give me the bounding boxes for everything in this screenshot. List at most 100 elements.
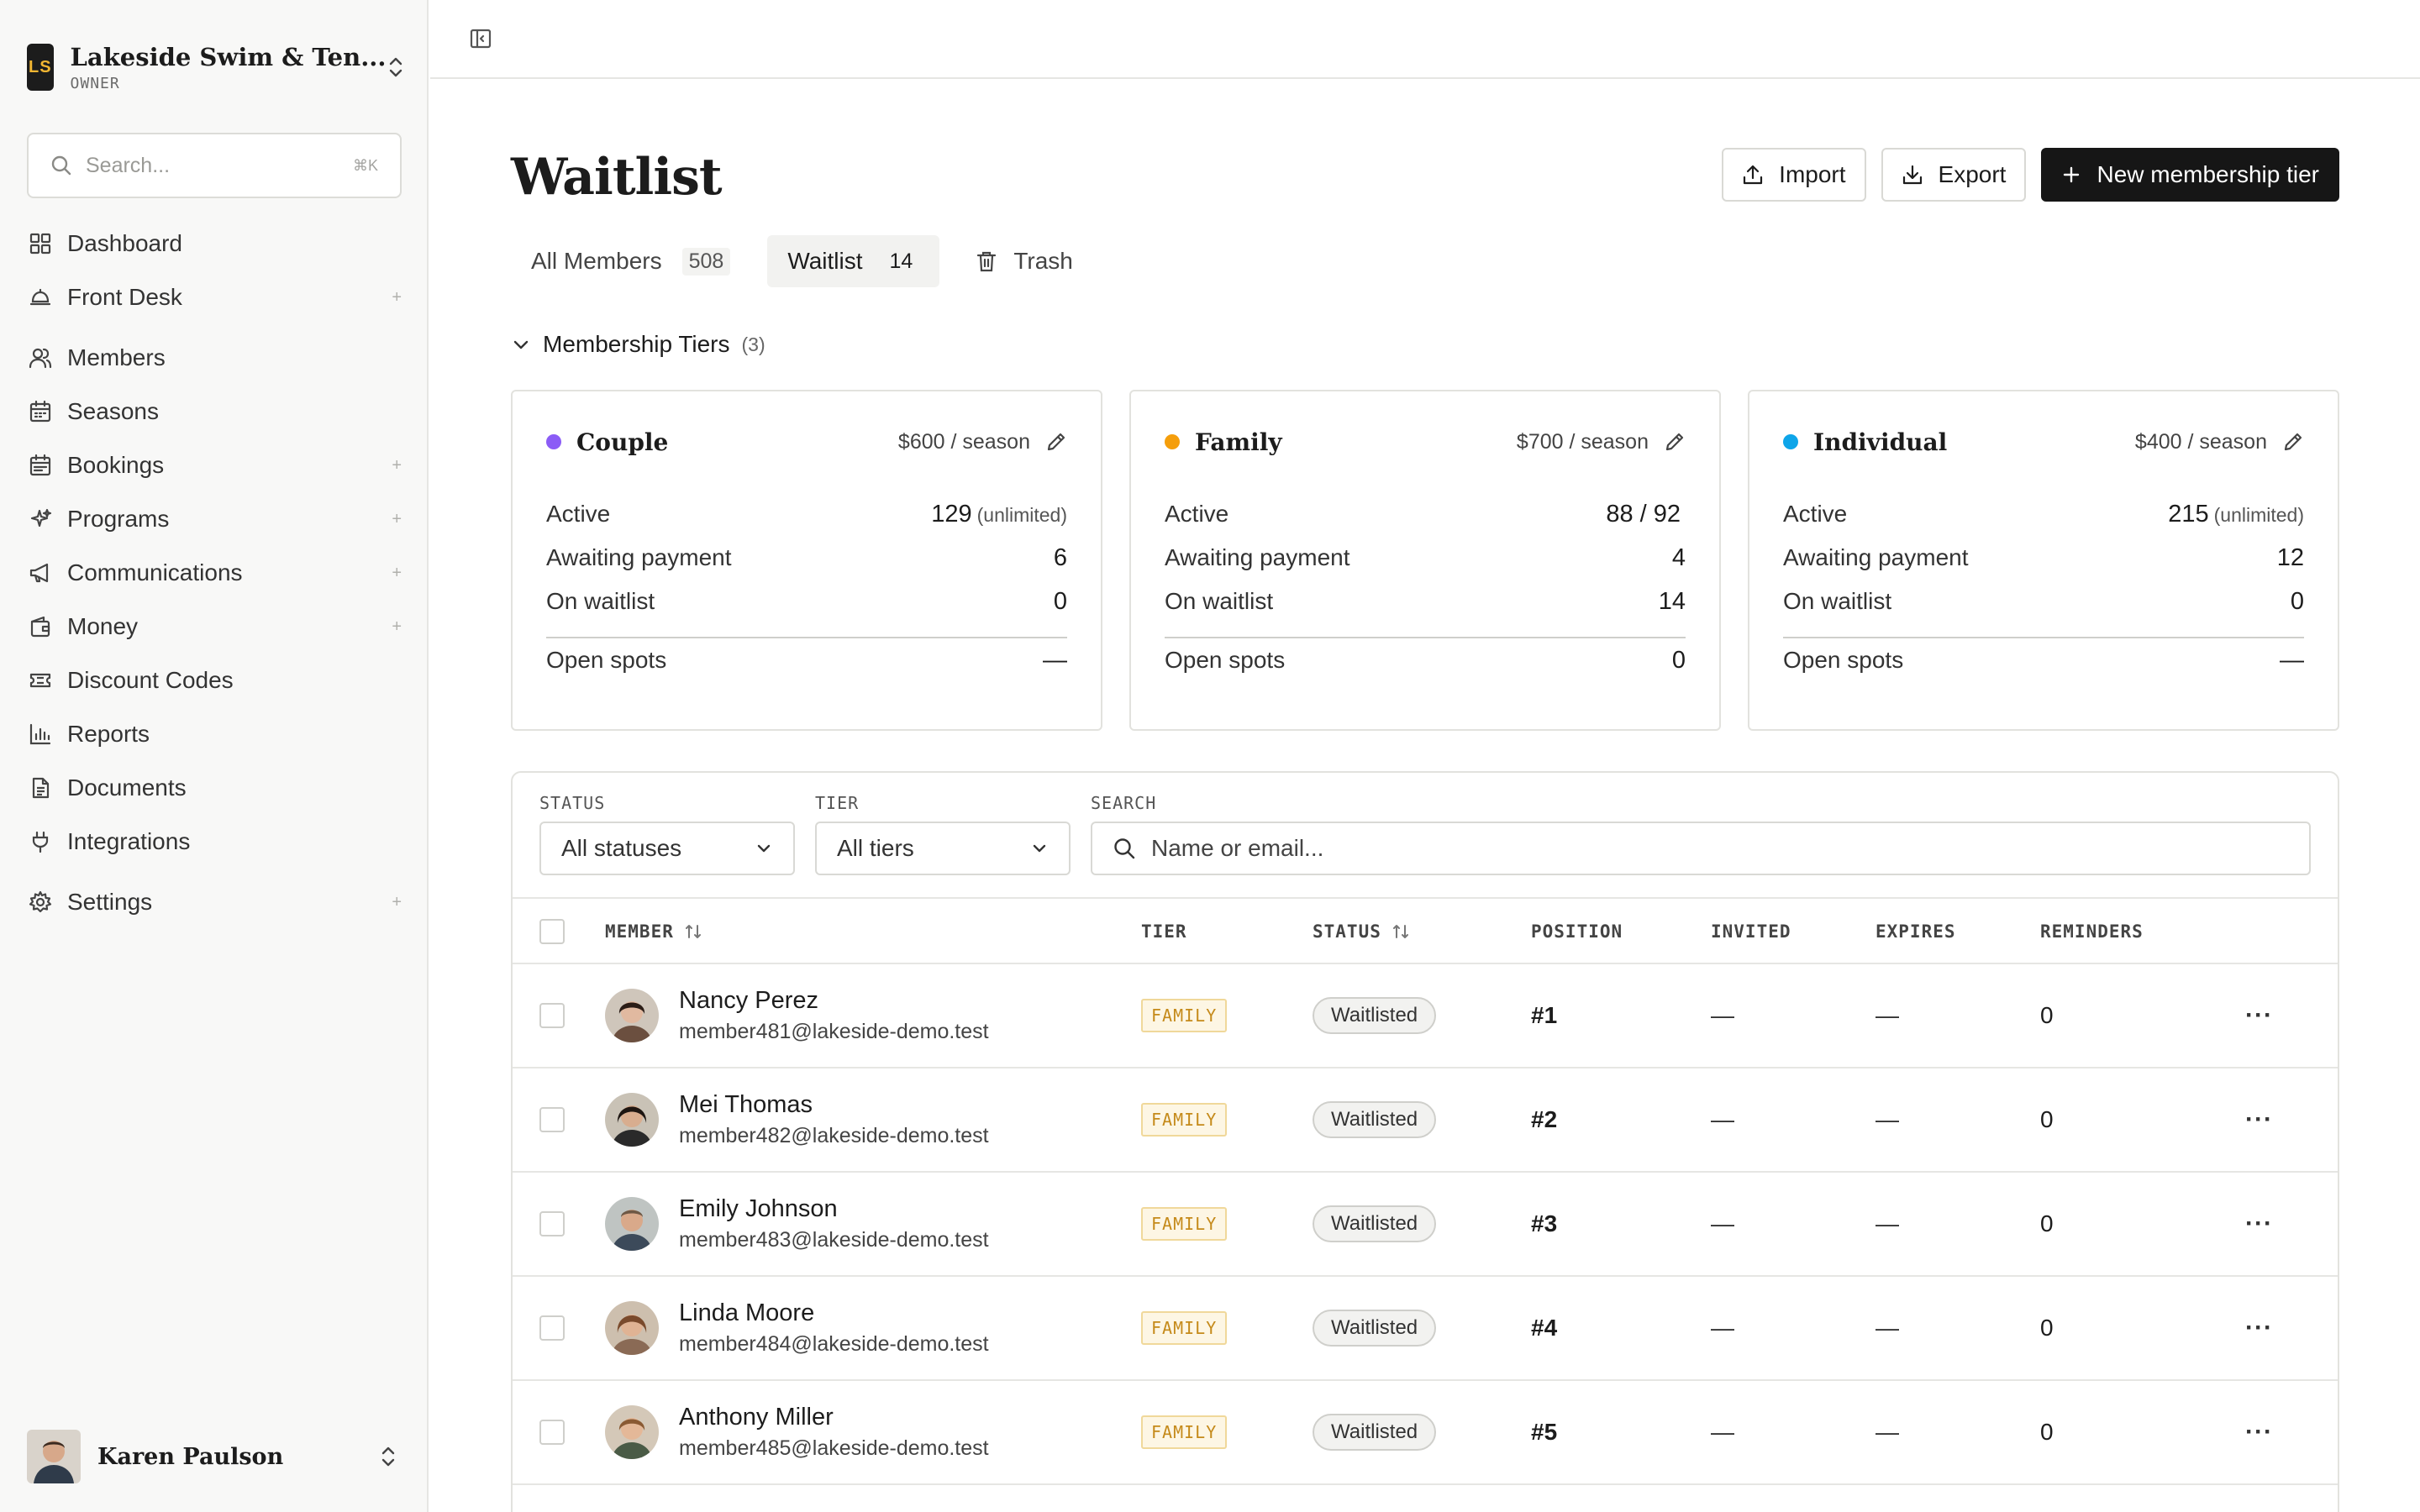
add-icon[interactable]: + [392, 564, 402, 583]
row-actions-button[interactable]: ··· [2245, 1381, 2273, 1483]
row-checkbox[interactable] [539, 1420, 565, 1445]
add-icon[interactable]: + [392, 456, 402, 475]
add-icon[interactable]: + [392, 893, 402, 912]
tier-cards: Couple $600 / season Active 129 (unlimited… [511, 390, 2339, 731]
calendar-check-icon [27, 452, 54, 479]
status-select[interactable]: All statuses [539, 822, 795, 875]
reminders-cell: 0 [2040, 1419, 2054, 1445]
row-actions-button[interactable]: ··· [2245, 1277, 2273, 1379]
stat-label: Awaiting payment [546, 544, 732, 570]
row-actions-button[interactable]: ··· [2245, 1173, 2273, 1275]
tier-badge: FAMILY [1141, 1207, 1228, 1241]
sidebar-item-seasons[interactable]: Seasons [27, 385, 405, 438]
add-icon[interactable]: + [392, 510, 402, 529]
member-email: member484@lakeside-demo.test [679, 1332, 989, 1356]
row-checkbox[interactable] [539, 1315, 565, 1341]
table-row[interactable]: Emily Johnson member483@lakeside-demo.te… [513, 1173, 2338, 1277]
member-name[interactable]: Anthony Miller [679, 1404, 989, 1431]
sidebar-item-label: Reports [67, 721, 150, 747]
row-checkbox[interactable] [539, 1211, 565, 1236]
column-header-member[interactable]: MEMBER [605, 899, 702, 964]
tier-name: Family [1195, 428, 1282, 456]
awaiting-value: 6 [1053, 544, 1067, 571]
export-button[interactable]: Export [1881, 148, 2027, 202]
awaiting-value: 12 [2276, 544, 2304, 571]
pencil-icon[interactable] [1045, 431, 1067, 453]
stat-label: Active [1165, 501, 1229, 527]
invited-cell: — [1711, 1315, 1734, 1341]
sidebar-item-label: Integrations [67, 828, 191, 854]
sidebar-search[interactable]: Search... ⌘K [27, 133, 402, 198]
table-row[interactable]: Linda Moore member484@lakeside-demo.test… [513, 1277, 2338, 1381]
sidebar-item-front-desk[interactable]: Front Desk + [27, 270, 405, 324]
document-icon [27, 774, 54, 801]
row-checkbox[interactable] [539, 1003, 565, 1028]
chevron-down-icon [1033, 844, 1046, 853]
member-name[interactable]: Linda Moore [679, 1299, 989, 1327]
sidebar-item-communications[interactable]: Communications + [27, 546, 405, 600]
section-count: (3) [741, 333, 765, 355]
sidebar-item-bookings[interactable]: Bookings + [27, 438, 405, 492]
tier-select-value: All tiers [837, 835, 914, 861]
chevron-up-down-icon[interactable] [371, 1440, 405, 1473]
expires-cell: — [1876, 1315, 1899, 1341]
sidebar-item-discount-codes[interactable]: Discount Codes [27, 654, 405, 707]
member-name[interactable]: Emily Johnson [679, 1195, 989, 1223]
tier-select[interactable]: All tiers [815, 822, 1071, 875]
status-badge: Waitlisted [1313, 1101, 1437, 1138]
row-actions-button[interactable]: ··· [2245, 964, 2273, 1067]
member-name[interactable]: Nancy Perez [679, 987, 989, 1015]
sidebar-item-settings[interactable]: Settings + [27, 875, 405, 929]
search-shortcut: ⌘K [352, 156, 378, 174]
tier-price: $400 / season [2134, 429, 2267, 454]
pencil-icon[interactable] [1664, 431, 1686, 453]
new-membership-tier-button[interactable]: New membership tier [2041, 148, 2339, 202]
table-row[interactable]: Anthony Miller member485@lakeside-demo.t… [513, 1381, 2338, 1485]
sidebar-nav: Dashboard Front Desk + Members Seasons B… [27, 217, 405, 929]
select-all-checkbox[interactable] [539, 919, 565, 944]
member-search-input[interactable]: Name or email... [1091, 822, 2311, 875]
position-value: #1 [1531, 1002, 1558, 1028]
pencil-icon[interactable] [2282, 431, 2304, 453]
table-row[interactable]: Mei Thomas member482@lakeside-demo.test … [513, 1068, 2338, 1173]
tab-all-members[interactable]: All Members 508 [511, 235, 750, 287]
membership-tiers-toggle[interactable]: Membership Tiers (3) [511, 331, 765, 358]
user-menu[interactable]: Karen Paulson [27, 1428, 405, 1485]
waitlist-value: 14 [1658, 588, 1686, 615]
grid-icon [27, 230, 54, 257]
table-filters: STATUS All statuses TIER All tiers SEARC… [539, 793, 2311, 877]
export-label: Export [1938, 161, 2007, 187]
column-header-position: POSITION [1531, 921, 1623, 942]
stat-label: Open spots [1783, 647, 1904, 673]
tab-waitlist[interactable]: Waitlist 14 [767, 235, 940, 287]
position-cell: #2 [1531, 1068, 1557, 1171]
table-row[interactable]: Nancy Perez member481@lakeside-demo.test… [513, 964, 2338, 1068]
column-header-status[interactable]: STATUS [1313, 899, 1410, 964]
tier-filter-label: TIER [815, 793, 860, 813]
sidebar-toggle-icon[interactable] [469, 27, 496, 54]
column-header-expires: EXPIRES [1876, 921, 1956, 942]
row-checkbox[interactable] [539, 1107, 565, 1132]
add-icon[interactable]: + [392, 288, 402, 307]
chevron-up-down-icon[interactable] [386, 50, 405, 84]
row-actions-button[interactable]: ··· [2245, 1068, 2273, 1171]
import-button[interactable]: Import [1722, 148, 1866, 202]
member-email: member485@lakeside-demo.test [679, 1436, 989, 1460]
active-sub: (unlimited) [976, 504, 1067, 526]
sidebar-item-money[interactable]: Money + [27, 600, 405, 654]
sidebar-item-label: Dashboard [67, 230, 182, 256]
sidebar-item-integrations[interactable]: Integrations [27, 815, 405, 869]
member-tabs: All Members 508 Waitlist 14 Trash [511, 235, 1093, 287]
sidebar-item-label: Programs [67, 506, 170, 532]
tab-trash[interactable]: Trash [956, 235, 1093, 287]
avatar [605, 1197, 659, 1251]
org-switcher[interactable]: LS Lakeside Swim & Ten... OWNER [27, 40, 405, 94]
sidebar-item-dashboard[interactable]: Dashboard [27, 217, 405, 270]
sidebar-item-members[interactable]: Members [27, 331, 405, 385]
sidebar-item-programs[interactable]: Programs + [27, 492, 405, 546]
invited-cell: — [1711, 1419, 1734, 1445]
sidebar-item-reports[interactable]: Reports [27, 707, 405, 761]
add-icon[interactable]: + [392, 617, 402, 637]
member-name[interactable]: Mei Thomas [679, 1091, 989, 1119]
sidebar-item-documents[interactable]: Documents [27, 761, 405, 815]
